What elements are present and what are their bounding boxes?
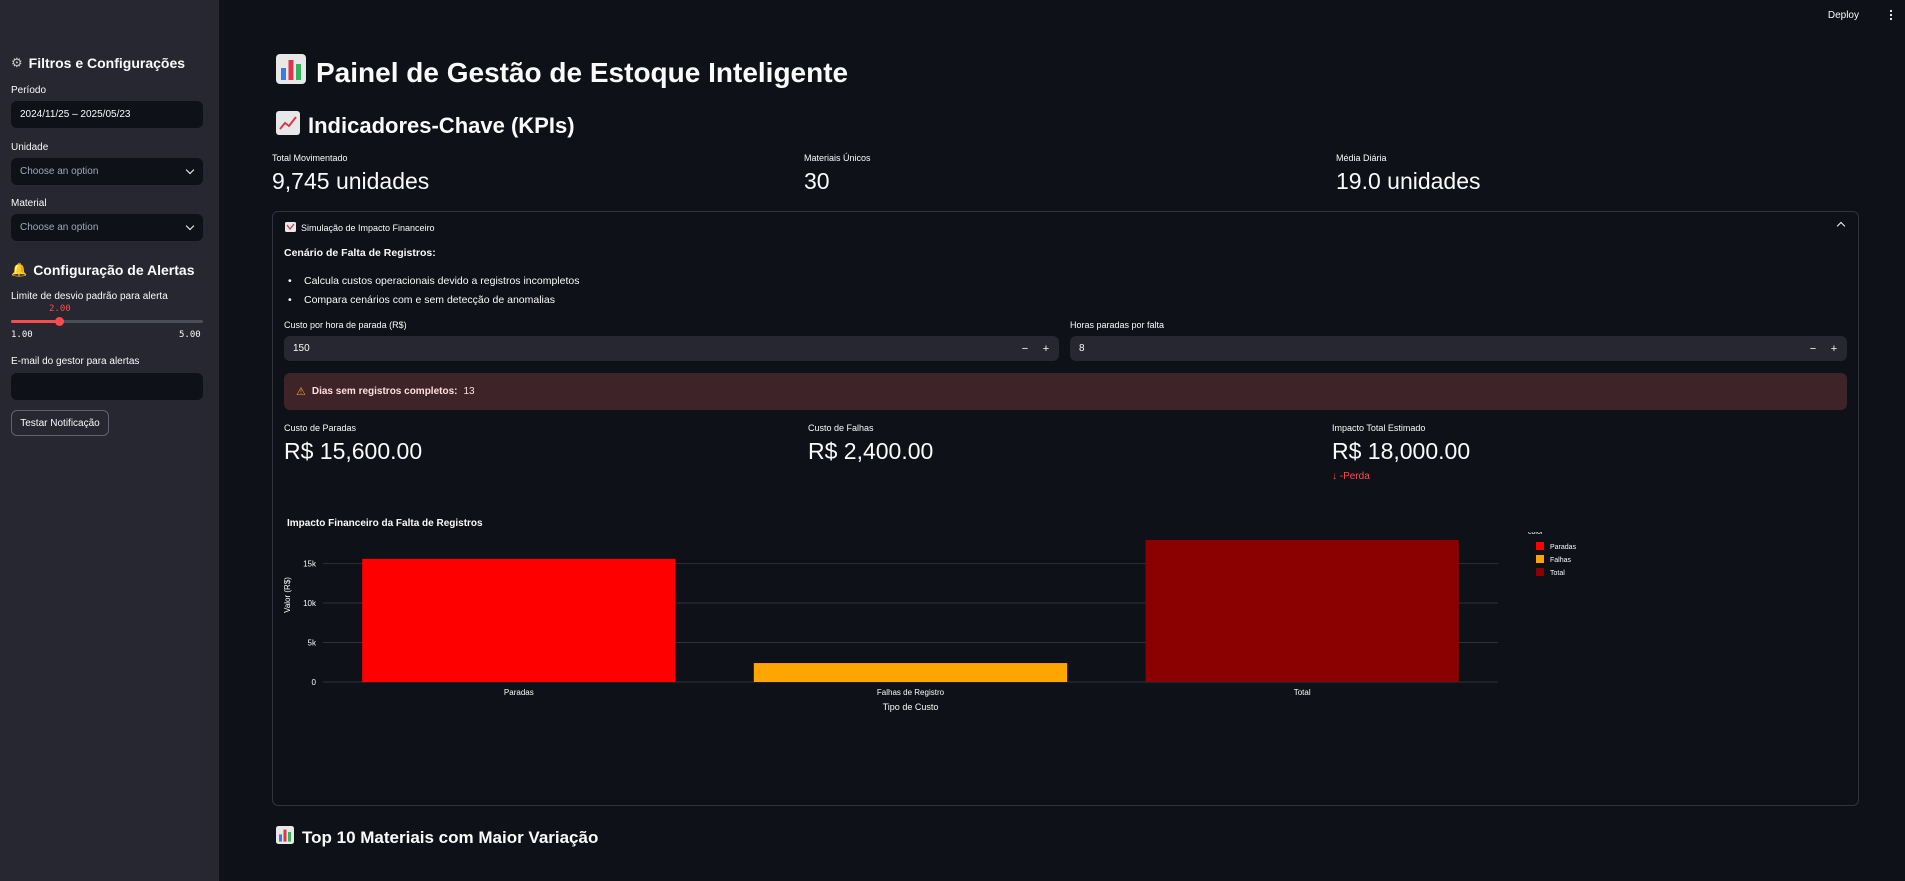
x-tick-label: Falhas de Registro [877, 688, 945, 697]
warning-icon: ⚠ [296, 386, 306, 398]
test-notification-button[interactable]: Testar Notificação [11, 410, 109, 436]
slider-min: 1.00 [11, 330, 33, 340]
chevron-down-icon [185, 165, 195, 175]
money-icon [285, 222, 296, 234]
cost-per-hour-input[interactable]: 150 − + [284, 336, 1059, 361]
sidebar: ⚙ Filtros e Configurações Período 2024/1… [0, 0, 219, 881]
metric-label: Impacto Total Estimado [1332, 423, 1426, 433]
increment-button[interactable]: + [1824, 336, 1844, 361]
unit-select[interactable]: Choose an option [11, 158, 203, 185]
kpi-heading-text: Indicadores-Chave (KPIs) [308, 113, 575, 138]
bell-icon: 🔔 [11, 262, 28, 277]
page-title-text: Painel de Gestão de Estoque Inteligente [316, 56, 849, 88]
y-tick-label: 0 [312, 678, 317, 687]
gear-icon: ⚙ [11, 55, 23, 70]
bar [362, 558, 676, 682]
expander-header[interactable]: Simulação de Impacto Financeiro [285, 222, 435, 234]
x-tick-label: Total [1294, 688, 1311, 697]
legend-swatch [1536, 542, 1544, 550]
decrement-button[interactable]: − [1015, 336, 1035, 361]
kpi-label: Materiais Únicos [804, 153, 871, 163]
slider-fill [11, 320, 59, 323]
metric-label: Custo de Paradas [284, 423, 357, 433]
decrement-button[interactable]: − [1803, 336, 1823, 361]
period-label: Período [11, 85, 47, 96]
filters-heading-label: Filtros e Configurações [28, 55, 186, 71]
alerts-heading-label: Configuração de Alertas [33, 262, 195, 278]
scenario-heading: Cenário de Falta de Registros: [284, 247, 436, 259]
email-input[interactable] [11, 373, 203, 400]
y-tick-label: 15k [303, 560, 317, 569]
material-placeholder: Choose an option [20, 222, 99, 233]
metric-value: R$ 2,400.00 [808, 438, 934, 464]
page-title: Painel de Gestão de Estoque Inteligente [276, 54, 848, 91]
period-date-input[interactable]: 2024/11/25 – 2025/05/23 [11, 101, 203, 128]
legend-title: color [1528, 532, 1544, 536]
metric-value: R$ 18,000.00 [1332, 438, 1471, 464]
y-tick-label: 5k [308, 639, 317, 648]
scenario-list: Calcula custos operacionais devido a reg… [288, 272, 580, 310]
hours-stopped-input[interactable]: 8 − + [1070, 336, 1847, 361]
kpi-label: Total Movimentado [272, 153, 348, 163]
main-menu-icon[interactable] [1889, 9, 1893, 21]
cost-per-hour-value: 150 [293, 343, 310, 354]
bar-chart-icon [276, 826, 294, 849]
metric-label: Custo de Falhas [808, 423, 874, 433]
legend-swatch [1536, 568, 1544, 576]
legend-label: Falhas [1550, 557, 1572, 564]
material-select[interactable]: Choose an option [11, 214, 203, 241]
material-label: Material [11, 198, 47, 209]
chevron-up-icon[interactable] [1836, 221, 1846, 231]
bar [1145, 539, 1459, 682]
chevron-down-icon [185, 221, 195, 231]
legend-label: Total [1550, 570, 1565, 577]
x-tick-label: Paradas [504, 688, 534, 697]
x-axis-title: Tipo de Custo [883, 702, 939, 712]
hours-stopped-value: 8 [1079, 343, 1085, 354]
legend-swatch [1536, 555, 1544, 563]
kpi-value: 9,745 unidades [272, 168, 430, 194]
alerts-heading: 🔔 Configuração de Alertas [11, 262, 194, 278]
trend-up-icon [276, 111, 300, 141]
warning-value: 13 [463, 386, 475, 397]
slider-label: Limite de desvio padrão para alerta [11, 291, 168, 302]
top10-heading: Top 10 Materiais com Maior Variação [276, 826, 598, 849]
kpi-value: 30 [804, 168, 830, 194]
unit-placeholder: Choose an option [20, 166, 99, 177]
missing-records-warning: ⚠ Dias sem registros completos: 13 [284, 373, 1847, 410]
kpi-value: 19.0 unidades [1336, 168, 1481, 194]
period-value: 2024/11/25 – 2025/05/23 [20, 109, 131, 120]
legend-label: Paradas [1550, 544, 1577, 551]
hours-stopped-label: Horas paradas por falta [1070, 320, 1165, 330]
y-tick-label: 10k [303, 599, 317, 608]
slider-value: 2.00 [49, 304, 71, 314]
chart-title: Impacto Financeiro da Falta de Registros [287, 518, 483, 529]
arrow-down-icon: ↓ [1332, 471, 1337, 482]
metric-delta: ↓ -Perda [1332, 471, 1370, 482]
y-axis-title: Valor (R$) [283, 577, 292, 613]
financial-impact-expander: Simulação de Impacto Financeiro Cenário … [272, 211, 1859, 806]
top10-heading-text: Top 10 Materiais com Maior Variação [302, 827, 599, 847]
delta-text: -Perda [1339, 471, 1370, 482]
list-item: Compara cenários com e sem detecção de a… [288, 291, 579, 310]
slider-thumb[interactable] [55, 317, 64, 326]
warning-bold: Dias sem registros completos: [311, 386, 458, 397]
unit-label: Unidade [11, 142, 49, 153]
cost-per-hour-label: Custo por hora de parada (R$) [284, 320, 407, 330]
expander-title: Simulação de Impacto Financeiro [301, 223, 435, 233]
alert-threshold-slider[interactable] [11, 317, 203, 326]
slider-max: 5.00 [179, 330, 201, 340]
bar [753, 663, 1068, 682]
metric-value: R$ 15,600.00 [284, 438, 423, 464]
list-item: Calcula custos operacionais devido a reg… [288, 272, 580, 291]
deploy-button[interactable]: Deploy [1828, 10, 1859, 21]
filters-heading: ⚙ Filtros e Configurações [11, 55, 185, 71]
bar-chart-icon [276, 54, 306, 91]
kpi-heading: Indicadores-Chave (KPIs) [276, 111, 575, 141]
financial-impact-chart: 0 5k 10k 15k Paradas Falhas de Registro Total T… [283, 532, 1577, 712]
email-label: E-mail do gestor para alertas [11, 356, 140, 367]
increment-button[interactable]: + [1036, 336, 1056, 361]
kpi-label: Média Diária [1336, 153, 1387, 163]
